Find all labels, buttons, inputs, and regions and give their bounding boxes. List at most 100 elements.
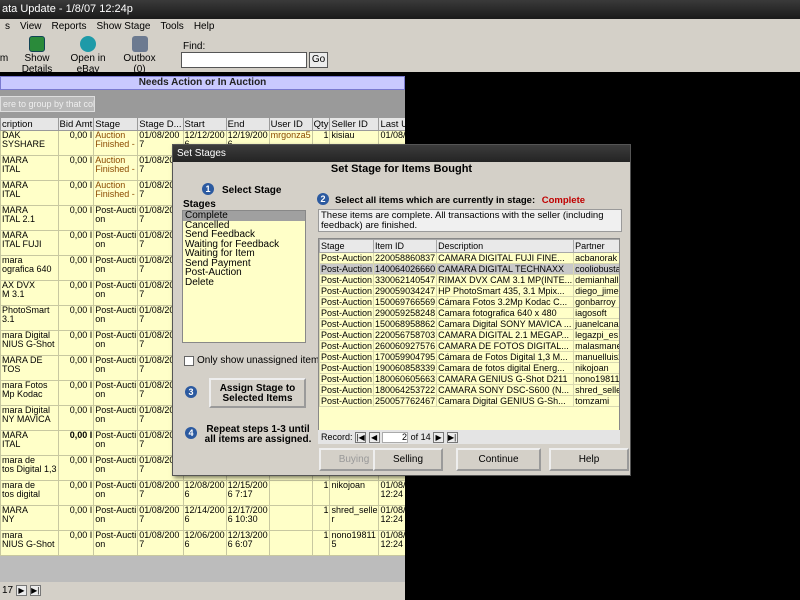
dialog-heading: Set Stage for Items Bought [330, 163, 473, 175]
items-column-header[interactable]: Partner [573, 239, 619, 253]
go-button[interactable]: Go [309, 52, 328, 68]
outbox-button[interactable]: Outbox (0) [117, 36, 162, 75]
menu-item[interactable]: Help [189, 19, 220, 34]
item-row[interactable]: Post-Auction 260060927576 CAMARA DE FOTOS … [319, 340, 619, 352]
item-row[interactable]: Post-Auction 150069766569 Cámara Fotos 3.2… [319, 296, 619, 308]
next-record-icon[interactable]: ▶ [433, 432, 445, 444]
item-cell: Post-Auction [319, 384, 375, 396]
grid-banner: Needs Action or In Auction [0, 76, 405, 90]
item-cell: CAMARA GENIUS G-Shot D211 [436, 373, 575, 385]
stage-description: These items are complete. All transactio… [318, 209, 622, 232]
grid-cell: Post-Aucti on [93, 330, 139, 356]
menu-item[interactable]: s [0, 19, 15, 34]
grid-cell: shred_selle r [329, 505, 380, 531]
find-input[interactable] [181, 52, 307, 68]
continue-button[interactable]: Continue [456, 448, 541, 471]
stage-option[interactable]: Delete [183, 277, 305, 288]
step-4-badge: 4 [185, 427, 197, 439]
selling-button[interactable]: Selling [373, 448, 443, 471]
grid-column-header[interactable]: cription [0, 117, 59, 131]
item-cell: 290059034247 [373, 285, 438, 297]
items-column-header[interactable]: Description [436, 239, 575, 253]
grid-cell: Post-Aucti on [93, 430, 139, 456]
grid-column-header[interactable]: Qty [311, 117, 331, 131]
item-row[interactable]: Post-Auction 190060858339 Camara de fotos … [319, 362, 619, 374]
item-row[interactable]: Post-Auction 250057762467 Camara Digital G… [319, 395, 619, 407]
grid-row[interactable]: mara de tos digital 0,00 I Post-Aucti on 01… [0, 480, 405, 506]
grid-cell: 0,00 I [57, 480, 95, 506]
group-by-hint[interactable]: ere to group by that column [0, 96, 95, 112]
item-cell: 220056758703 [373, 329, 438, 341]
item-row[interactable]: Post-Auction 220056758703 CAMARA DIGITAL 2… [319, 329, 619, 341]
menu-item[interactable]: Reports [47, 19, 92, 34]
item-row[interactable]: Post-Auction 180064253722 CAMARA SONY DSC-… [319, 384, 619, 396]
grid-cell: 0,00 I [57, 130, 95, 156]
menu-item[interactable]: Show Stage [92, 19, 156, 34]
grid-cell: 0,00 I [57, 205, 95, 231]
assign-stage-button[interactable]: Assign Stage to Selected Items [209, 378, 306, 408]
item-cell: Post-Auction [319, 318, 375, 330]
item-row[interactable]: Post-Auction 180060605663 CAMARA GENIUS G-… [319, 373, 619, 385]
grid-row[interactable]: mara NIUS G-Shot 0,00 I Post-Aucti on 01/08… [0, 530, 405, 556]
item-row[interactable]: Post-Auction 170059904795 Cámara de Fotos … [319, 351, 619, 363]
menu-item[interactable]: View [15, 19, 47, 34]
item-row[interactable]: Post-Auction 330062140547 RIMAX DVX CAM 3.… [319, 274, 619, 286]
grid-cell: Post-Aucti on [93, 530, 139, 556]
record-number-input[interactable]: 2 [382, 432, 409, 444]
last-record-icon[interactable]: ▶| [446, 432, 458, 444]
items-column-header[interactable]: Item ID [373, 239, 438, 253]
show-details-button[interactable]: Show Details [12, 36, 62, 75]
item-row[interactable]: Post-Auction 220058860837 CAMARA DIGITAL F… [319, 252, 619, 264]
grid-column-header[interactable]: Stage [93, 117, 139, 131]
grid-column-header[interactable]: Seller ID [329, 117, 380, 131]
grid-column-header[interactable]: User ID [268, 117, 313, 131]
grid-cell: Post-Aucti on [93, 280, 139, 306]
grid-cell: 01/08/2007 12:24 [378, 505, 405, 531]
last-record-icon[interactable]: ▶| [29, 584, 41, 596]
item-row[interactable]: Post-Auction 290059258248 Camara fotografi… [319, 307, 619, 319]
item-cell: Cámara Fotos 3.2Mp Kodac C... [436, 296, 575, 308]
record-label: Record: [321, 432, 353, 442]
toolbar-button-cut[interactable]: m [0, 36, 11, 64]
grid-cell: mara ografica 640 [0, 255, 59, 281]
items-column-header[interactable]: Stage [319, 239, 375, 253]
grid-cell: mara de tos digital [0, 480, 59, 506]
stages-list[interactable]: Complete Cancelled Send Feedback Waiting fo… [182, 210, 306, 343]
open-in-ebay-button[interactable]: Open in eBay [62, 36, 114, 75]
grid-column-header[interactable]: End [225, 117, 270, 131]
toolbar-button-label: m [0, 53, 9, 64]
item-cell: Post-Auction [319, 252, 375, 264]
items-list[interactable]: Stage Item ID Description Partner Post-Auct… [318, 238, 620, 438]
item-row[interactable]: Post-Auction 140064026660 CAMARA DIGITAL T… [319, 263, 619, 275]
menu-item[interactable]: Tools [155, 19, 188, 34]
help-button[interactable]: Help [549, 448, 629, 471]
grid-cell: Post-Aucti on [93, 355, 139, 381]
outbox-icon [131, 36, 148, 52]
grid-cell: Post-Aucti on [93, 505, 139, 531]
grid-cell: Post-Aucti on [93, 205, 139, 231]
grid-column-header[interactable]: Start [182, 117, 227, 131]
grid-cell: 12/13/200 6 6:07 [225, 530, 270, 556]
grid-cell: PhotoSmart 3.1 [0, 305, 59, 331]
next-record-icon[interactable]: ▶ [15, 584, 27, 596]
item-cell: 140064026660 [373, 263, 438, 275]
item-cell: CAMARA DIGITAL 2.1 MEGAP... [436, 329, 575, 341]
grid-cell: 0,00 I [57, 455, 95, 481]
grid-cell: Post-Aucti on [93, 380, 139, 406]
grid-cell: 12/15/200 6 7:17 [225, 480, 270, 506]
grid-cell: MARA ITAL [0, 180, 59, 206]
item-cell: nono198115 [573, 373, 619, 385]
grid-cell: 01/08/200 7 [137, 530, 184, 556]
only-unassigned-checkbox[interactable] [184, 356, 194, 366]
grid-row[interactable]: MARA NY 0,00 I Post-Aucti on 01/08/200 7 12/… [0, 505, 405, 531]
step-2-title: Select all items which are currently in … [335, 195, 585, 206]
globe-icon [80, 36, 96, 52]
grid-column-header[interactable]: Stage D... [137, 117, 184, 131]
grid-column-header[interactable]: Last Update [378, 117, 405, 131]
item-row[interactable]: Post-Auction 150068958862 Camara Digital S… [319, 318, 619, 330]
grid-column-header[interactable]: Bid Amt [57, 117, 95, 131]
item-row[interactable]: Post-Auction 290059034247 HP PhotoSmart 43… [319, 285, 619, 297]
prev-record-icon[interactable]: ◀ [368, 432, 380, 444]
first-record-icon[interactable]: |◀ [355, 432, 367, 444]
grid-page-count: 17 [2, 585, 14, 596]
